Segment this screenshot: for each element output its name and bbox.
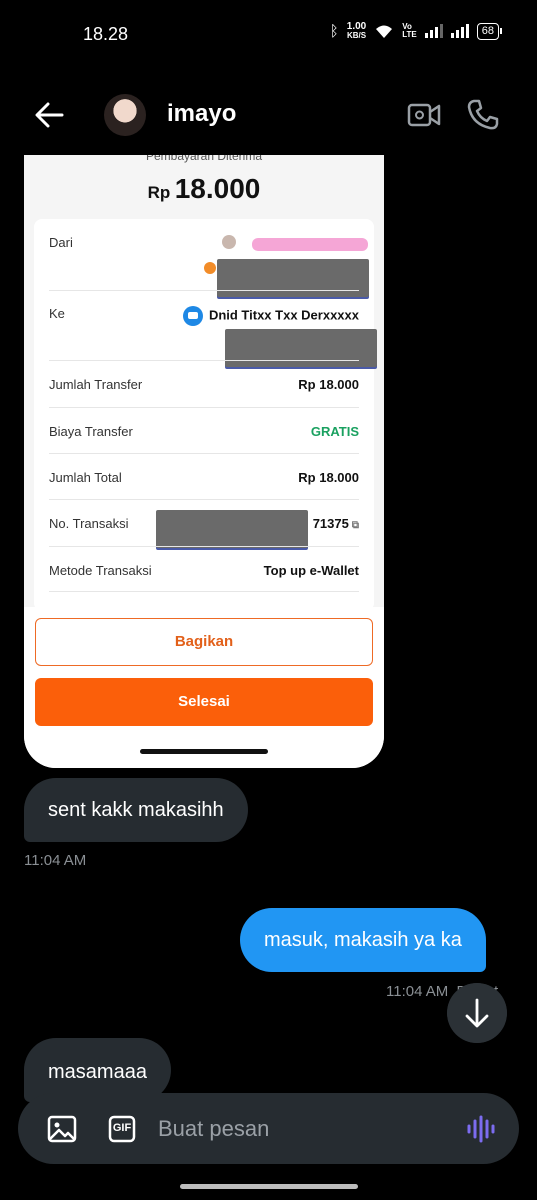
divider <box>49 407 359 408</box>
battery-icon: 68 <box>476 22 503 40</box>
system-home-indicator[interactable] <box>180 1184 358 1189</box>
row-total-value: Rp 18.000 <box>298 470 359 485</box>
row-transaction-no-value: 71375 ⧉ <box>313 516 359 531</box>
voice-message-icon[interactable] <box>466 1115 496 1143</box>
receipt-home-indicator <box>140 749 268 754</box>
back-arrow-icon[interactable] <box>32 98 66 132</box>
row-transaction-no-label: No. Transaksi <box>49 516 129 531</box>
message-timestamp: 11:04 AM <box>24 852 87 869</box>
redaction-recipient <box>225 329 377 367</box>
message-input[interactable] <box>158 1107 448 1151</box>
avatar[interactable] <box>104 94 146 136</box>
network-speed-unit: KB/S <box>346 31 367 40</box>
chat-header: imayo <box>0 88 537 144</box>
scroll-down-arrow-icon[interactable] <box>447 983 507 1043</box>
copy-icon[interactable]: ⧉ <box>352 520 359 531</box>
status-bar: 18.28 ᛒ 1.00 KB/S Vo LTE 68 <box>0 0 537 70</box>
redaction-transaction-no <box>156 510 308 548</box>
wifi-icon <box>376 25 393 38</box>
ewallet-icon <box>182 306 203 326</box>
incoming-message[interactable]: sent kakk makasihh <box>24 778 248 842</box>
contact-name[interactable]: imayo <box>167 100 236 128</box>
receipt-currency: Rp <box>147 183 171 202</box>
volte-bottom: LTE <box>402 30 417 39</box>
receipt-amount-value: 18.000 <box>174 173 261 204</box>
divider <box>49 290 359 291</box>
share-button: Bagikan <box>35 618 373 666</box>
receipt-image[interactable]: Pembayaran Diterima Rp 18.000 Dari Ke Dn… <box>24 155 384 768</box>
status-icons: ᛒ 1.00 KB/S Vo LTE 68 <box>329 22 503 41</box>
redaction-sender <box>217 259 369 297</box>
video-call-icon[interactable] <box>407 100 441 130</box>
phone-call-icon[interactable] <box>466 98 500 132</box>
done-button: Selesai <box>35 678 373 726</box>
receipt-subtitle: Pembayaran Diterima <box>145 155 263 163</box>
gif-label: GIF <box>112 1122 132 1134</box>
divider <box>49 360 359 361</box>
row-from-label: Dari <box>49 235 73 250</box>
divider <box>49 546 359 547</box>
row-transfer-fee-label: Biaya Transfer <box>49 424 133 439</box>
row-transfer-fee-value: GRATIS <box>310 424 359 439</box>
row-method-value: Top up e-Wallet <box>263 563 359 578</box>
message-time: 11:04 AM <box>386 983 449 1000</box>
row-transfer-amount-value: Rp 18.000 <box>298 377 359 392</box>
gif-icon[interactable]: GIF <box>108 1115 136 1143</box>
transaction-no-suffix: 71375 <box>312 516 349 531</box>
receipt-amount: Rp 18.000 <box>24 173 384 205</box>
row-to-label: Ke <box>49 306 65 321</box>
divider <box>49 499 359 500</box>
outgoing-message[interactable]: masuk, makasih ya ka <box>240 908 486 972</box>
receipt-actions: Bagikan Selesai <box>24 607 384 768</box>
sender-badge-icon <box>204 262 216 274</box>
transaction-details-card: Dari Ke Dnid Titxx Txx Derxxxxx Jumlah T… <box>34 219 377 611</box>
redaction-pink <box>252 238 368 251</box>
row-to-value: Dnid Titxx Txx Derxxxxx <box>182 306 359 326</box>
signal-icon <box>424 24 443 38</box>
row-method-label: Metode Transaksi <box>49 563 152 578</box>
sender-avatar-icon <box>222 235 236 249</box>
divider <box>49 453 359 454</box>
row-total-label: Jumlah Total <box>49 470 122 485</box>
divider <box>49 591 359 592</box>
network-speed: 1.00 KB/S <box>346 22 367 41</box>
image-icon[interactable] <box>46 1113 78 1145</box>
signal-icon-2 <box>450 24 469 38</box>
bluetooth-icon: ᛒ <box>329 22 339 40</box>
volte-indicator: Vo LTE <box>402 23 417 39</box>
row-transfer-amount-label: Jumlah Transfer <box>49 377 143 392</box>
status-time: 18.28 <box>83 24 129 44</box>
message-composer: GIF <box>18 1093 519 1164</box>
recipient-name: Dnid Titxx Txx Derxxxxx <box>208 307 359 323</box>
